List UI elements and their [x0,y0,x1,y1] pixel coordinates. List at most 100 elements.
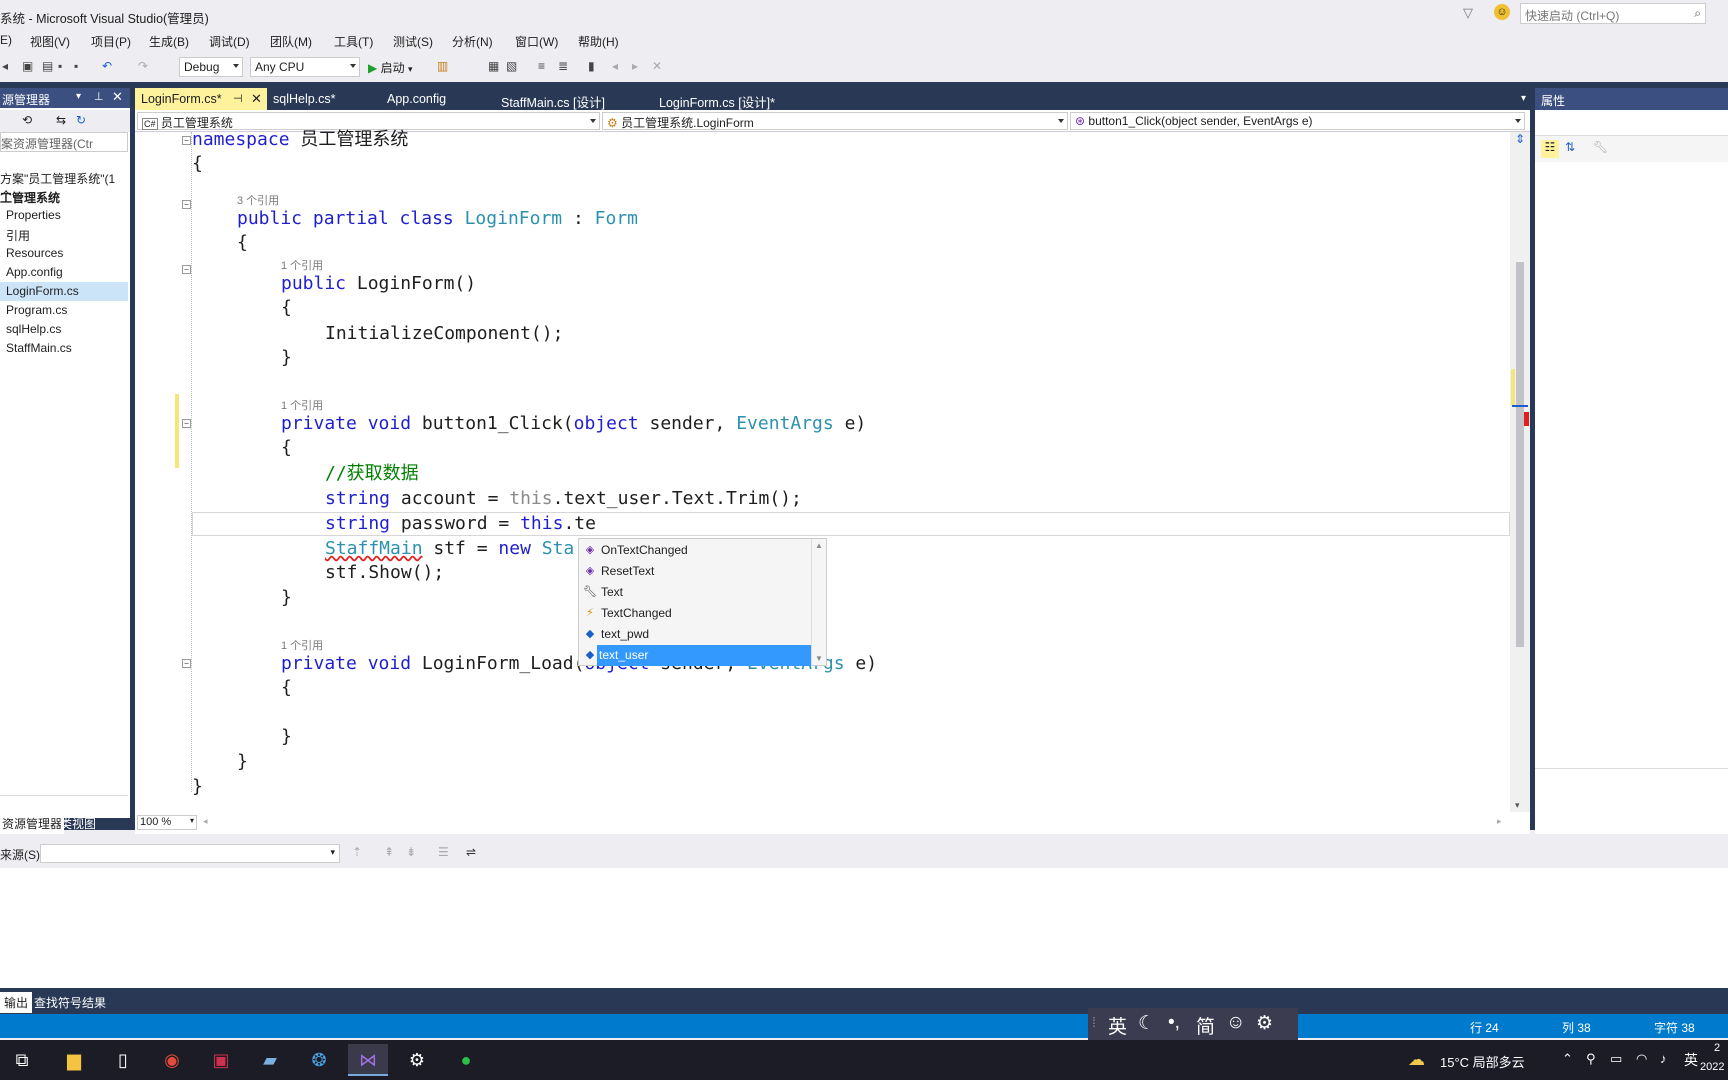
visual-studio-icon[interactable]: ⋈ [348,1044,388,1076]
project-node[interactable]: 工管理系统 [0,189,60,206]
completion-item[interactable]: ◈ ResetText [579,561,811,582]
tab-output[interactable]: 输出 [0,992,33,1013]
reference-count[interactable]: 1 个引用 [281,637,323,653]
completion-item[interactable]: ⚡︎ TextChanged [579,603,811,624]
scroll-thumb[interactable] [1516,262,1524,647]
tree-item-properties[interactable]: Properties [6,208,61,222]
menu-window[interactable]: 窗口(W) [515,33,558,50]
solution-search-input[interactable]: 案资源管理器(Ctr [0,132,128,152]
search-icon[interactable]: ⌕ [1694,6,1701,21]
moon-icon[interactable]: ☾ [1138,1012,1155,1035]
new-project-icon[interactable]: ▣ [22,59,38,75]
start-button[interactable]: ▶ 启动 ▾ [368,59,412,76]
editor-vertical-scrollbar[interactable]: ⇕ ▾ [1510,132,1530,812]
history-icon[interactable]: ⟲ [22,113,32,127]
word-wrap-icon[interactable]: ⇌ [466,845,476,859]
fold-toggle[interactable]: − [182,419,191,428]
dropdown-icon[interactable]: ▾ [76,91,81,102]
task-view-icon[interactable]: ⧉ [2,1044,42,1076]
wrench-icon[interactable]: 🔧︎ [1593,140,1608,154]
menu-analyze[interactable]: 分析(N) [452,33,493,50]
pin-icon[interactable]: ⊥ [94,90,104,103]
refresh-icon[interactable]: ↻ [76,113,86,127]
fold-toggle[interactable]: − [182,200,191,209]
close-tab-icon[interactable]: ✕ [251,91,262,107]
drag-handle-icon[interactable]: ⁞ [1092,1014,1096,1030]
save-all-icon[interactable]: ▪ [74,59,90,75]
settings-gear-icon[interactable]: ⚙ [1256,1012,1273,1035]
microphone-icon[interactable]: ⚲ [1586,1051,1596,1067]
completion-item[interactable]: 🔧︎ Text [579,582,811,603]
ime-width-toggle[interactable]: 简 [1196,1012,1215,1039]
horizontal-scrollbar[interactable] [0,795,128,809]
tab-solution-explorer[interactable]: 资源管理器 [0,813,65,834]
redo-icon[interactable]: ↷ [138,59,154,75]
member-nav-select[interactable]: ⊛ button1_Click(object sender, EventArgs… [1070,112,1525,130]
pin-icon[interactable]: ⊣ [233,92,243,105]
save-icon[interactable]: ▪ [58,59,74,75]
tree-item-staffmain[interactable]: StaffMain.cs [6,341,72,355]
popup-scrollbar[interactable]: ▲ ▼ [811,539,826,665]
menu-team[interactable]: 团队(M) [270,33,312,50]
notes-icon[interactable]: ▰ [250,1044,290,1076]
app-swirl-icon[interactable]: ❂ [299,1044,339,1076]
settings-icon[interactable]: ⚙ [397,1044,437,1076]
alphabetical-icon[interactable]: ⇅ [1565,140,1575,154]
menu-view[interactable]: 视图(V) [30,33,70,50]
ime-language-toggle[interactable]: 英 [1108,1012,1127,1039]
scroll-down-icon[interactable]: ▾ [1515,800,1520,811]
code-view[interactable]: − namespace 员工管理系统 { 3 个引用 − public part… [135,129,1510,812]
file-explorer-icon[interactable]: ▆ [54,1044,94,1076]
menu-help[interactable]: 帮助(H) [578,33,619,50]
tab-class-view[interactable]: 类视图 [58,813,98,834]
configuration-select[interactable]: Debug [179,57,243,77]
wechat-icon[interactable]: ● [446,1044,486,1076]
scroll-right-icon[interactable]: ▸ [1497,816,1502,827]
punctuation-icon[interactable]: •, [1168,1012,1180,1034]
menu-test[interactable]: 测试(S) [393,33,433,50]
tab-staffmain-design[interactable]: StaffMain.cs [设计] [495,88,611,110]
properties-window-icon[interactable]: ▧ [506,59,522,75]
tab-find-symbol-results[interactable]: 查找符号结果 [30,992,110,1013]
bookmark-icon[interactable]: ▮ [588,59,604,75]
zoom-select[interactable]: 100 % ▾ [137,815,197,830]
comment-out-icon[interactable]: ≡ [538,59,554,75]
tab-loginform-design[interactable]: LoginForm.cs [设计]* [653,88,781,110]
quick-launch-input[interactable]: 快速启动 (Ctrl+Q) ⌕ [1520,3,1706,24]
menu-debug[interactable]: 调试(D) [209,33,250,50]
next-message-icon[interactable]: ⇟ [406,845,416,859]
menu-edit[interactable]: E) [0,33,12,47]
network-icon[interactable]: ▭ [1610,1051,1622,1067]
tree-item-loginform[interactable]: LoginForm.cs [6,284,79,298]
menu-build[interactable]: 生成(B) [149,33,189,50]
completion-item-selected[interactable]: text_user [597,645,811,666]
clear-all-icon[interactable]: ☰ [438,845,449,859]
clear-bookmarks-icon[interactable]: ✕ [652,59,668,75]
filter-icon[interactable]: ▽ [1463,5,1473,21]
tree-item-resources[interactable]: Resources [6,246,63,260]
tree-item-program[interactable]: Program.cs [6,303,67,317]
menu-tools[interactable]: 工具(T) [334,33,373,50]
reference-count[interactable]: 1 个引用 [281,397,323,413]
show-hidden-icons[interactable]: ⌃ [1562,1051,1573,1067]
browser-link-icon[interactable]: ▥ [437,59,453,75]
prev-bookmark-icon[interactable]: ◂ [612,59,628,75]
scroll-down-icon[interactable]: ▼ [815,654,823,663]
undo-icon[interactable]: ↶ [102,59,118,75]
volume-icon[interactable]: ♪ [1660,1051,1667,1066]
clock-time[interactable]: 2 [1714,1042,1720,1054]
fold-toggle[interactable]: − [182,659,191,668]
scroll-left-icon[interactable]: ◂ [203,816,208,827]
tree-item-sqlhelp[interactable]: sqlHelp.cs [6,322,61,336]
weather-text[interactable]: 15°C 局部多云 [1440,1052,1525,1071]
notepad-icon[interactable]: ▯ [103,1044,143,1076]
close-icon[interactable]: ✕ [112,89,123,105]
weather-icon[interactable]: ☁ [1408,1050,1425,1070]
scroll-up-icon[interactable]: ▲ [815,541,823,550]
input-language[interactable]: 英 [1684,1050,1698,1070]
categorized-icon[interactable]: ☷ [1541,140,1559,158]
app-icon[interactable]: ▣ [201,1044,241,1076]
output-source-select[interactable]: ▾ [40,844,340,863]
reference-count[interactable]: 1 个引用 [281,257,323,273]
uncomment-icon[interactable]: ≣ [558,59,574,75]
